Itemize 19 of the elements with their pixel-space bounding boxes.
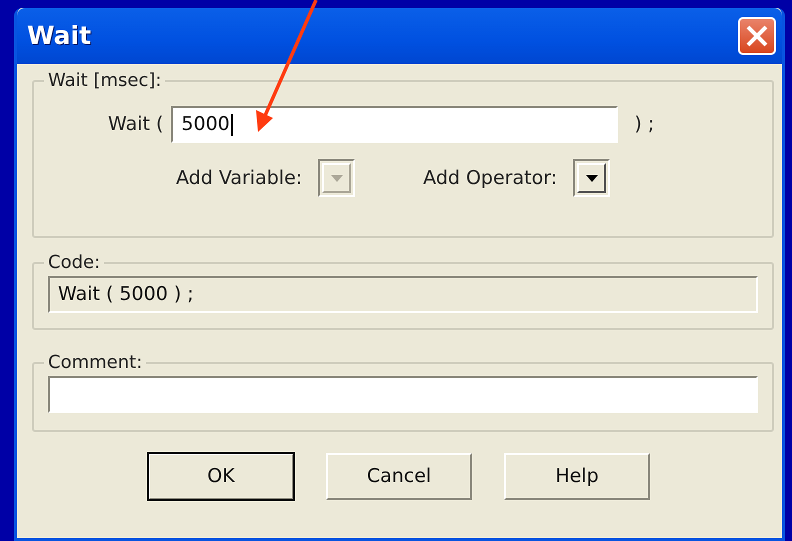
- group-legend: Wait [msec]:: [44, 72, 166, 90]
- dialog-button[interactable]: Help: [504, 453, 650, 500]
- wait-label: Wait (: [108, 112, 164, 138]
- dialog-button[interactable]: Cancel: [326, 453, 472, 500]
- picker-label: Add Variable:: [176, 166, 302, 191]
- caret-icon: [586, 174, 598, 182]
- caret-icon: [330, 174, 343, 182]
- group-legend: Code:: [44, 254, 104, 272]
- close-icon: [745, 24, 769, 48]
- dropdown-button[interactable]: [573, 159, 610, 197]
- close-button[interactable]: [738, 17, 776, 55]
- comment-input[interactable]: [48, 376, 758, 413]
- window-title: Wait: [27, 20, 92, 52]
- suffix-label: ) ;: [634, 112, 654, 138]
- code-field: Wait ( 5000 ) ;: [48, 276, 758, 313]
- picker-label: Add Operator:: [423, 166, 558, 191]
- wait-input[interactable]: 5000: [171, 106, 618, 143]
- dialog-button[interactable]: OK: [148, 453, 294, 500]
- group-legend: Comment:: [44, 354, 146, 372]
